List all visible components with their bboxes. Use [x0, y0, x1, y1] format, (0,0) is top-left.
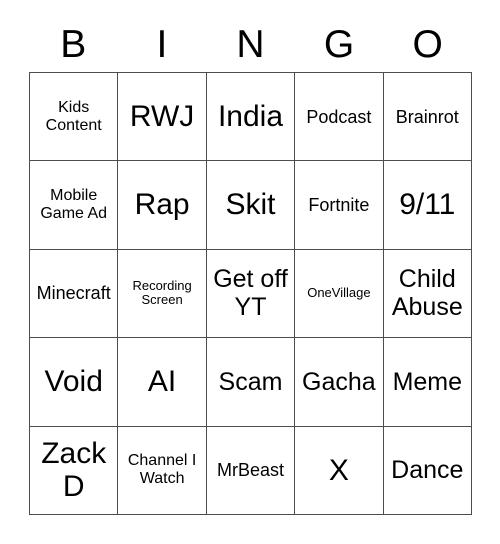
bingo-cell-label: X	[328, 453, 349, 487]
bingo-cell-label: AI	[147, 365, 177, 399]
bingo-cell[interactable]: Scam	[206, 338, 296, 427]
bingo-cell-label: Get off YT	[213, 265, 288, 322]
bingo-cell-label: OneVillage	[307, 285, 371, 301]
bingo-cell-label: Rap	[134, 188, 190, 222]
bingo-grid: Kids Content RWJ India Podcast Brainrot …	[29, 72, 472, 515]
bingo-cell-label: Podcast	[306, 106, 372, 127]
bingo-cell[interactable]: 9/11	[383, 161, 472, 250]
bingo-header-letter-i: I	[156, 22, 168, 66]
bingo-cell-label: Fortnite	[308, 195, 370, 216]
bingo-cell-label: Skit	[225, 188, 276, 222]
bingo-cell[interactable]: Dance	[383, 426, 472, 515]
bingo-cell-label: Kids Content	[45, 98, 102, 134]
bingo-cell[interactable]: Recording Screen	[118, 249, 207, 339]
bingo-cell[interactable]: Meme	[383, 338, 472, 427]
bingo-cell-label: Channel I Watch	[127, 452, 197, 488]
bingo-cell-label: Minecraft	[36, 283, 111, 304]
bingo-cell-label: MrBeast	[216, 460, 284, 481]
bingo-cell[interactable]: Skit	[206, 161, 296, 250]
bingo-cell[interactable]: X	[295, 426, 384, 515]
bingo-cell[interactable]: Fortnite	[295, 161, 384, 250]
bingo-cell-label: India	[217, 99, 284, 133]
bingo-cell[interactable]: Minecraft	[30, 249, 119, 339]
bingo-cell[interactable]: Channel I Watch	[118, 426, 207, 515]
bingo-cell[interactable]: Podcast	[295, 73, 384, 162]
bingo-cell-label: Void	[44, 365, 103, 399]
bingo-header-letter-b: B	[60, 22, 87, 66]
bingo-cell-label: Brainrot	[395, 106, 459, 127]
bingo-cell-label: 9/11	[399, 188, 456, 222]
bingo-cell[interactable]: Zack D	[30, 426, 119, 515]
bingo-cell[interactable]: Get off YT	[206, 249, 296, 339]
bingo-cell-label: RWJ	[129, 99, 195, 133]
bingo-cell[interactable]: MrBeast	[206, 426, 296, 515]
bingo-cell[interactable]: Void	[30, 338, 119, 427]
bingo-cell[interactable]: Rap	[118, 161, 207, 250]
bingo-cell-label: Dance	[391, 456, 464, 485]
bingo-cell-label: Zack D	[41, 436, 107, 504]
bingo-card: B I N G O Kids Content RWJ India Podcast…	[0, 0, 500, 544]
bingo-cell[interactable]: Mobile Game Ad	[30, 161, 119, 250]
bingo-cell[interactable]: AI	[118, 338, 207, 427]
bingo-cell-label: Recording Screen	[132, 277, 192, 308]
bingo-header-letter-n: N	[236, 22, 265, 66]
bingo-cell[interactable]: Child Abuse	[383, 249, 472, 339]
bingo-cell[interactable]: Kids Content	[30, 73, 119, 162]
bingo-header-letter-g: G	[323, 22, 355, 66]
bingo-cell-label: Gacha	[302, 367, 376, 396]
bingo-header-row: B I N G O	[29, 16, 472, 72]
bingo-header-letter-o: O	[412, 22, 443, 66]
bingo-cell-label: Child Abuse	[391, 265, 463, 322]
bingo-cell[interactable]: OneVillage	[295, 249, 384, 339]
bingo-cell-label: Mobile Game Ad	[40, 187, 108, 223]
bingo-cell-label: Scam	[218, 367, 283, 396]
bingo-cell-label: Meme	[392, 367, 463, 396]
bingo-cell[interactable]: Gacha	[295, 338, 384, 427]
bingo-cell[interactable]: Brainrot	[383, 73, 472, 162]
bingo-cell[interactable]: India	[206, 73, 296, 162]
bingo-cell[interactable]: RWJ	[118, 73, 207, 162]
